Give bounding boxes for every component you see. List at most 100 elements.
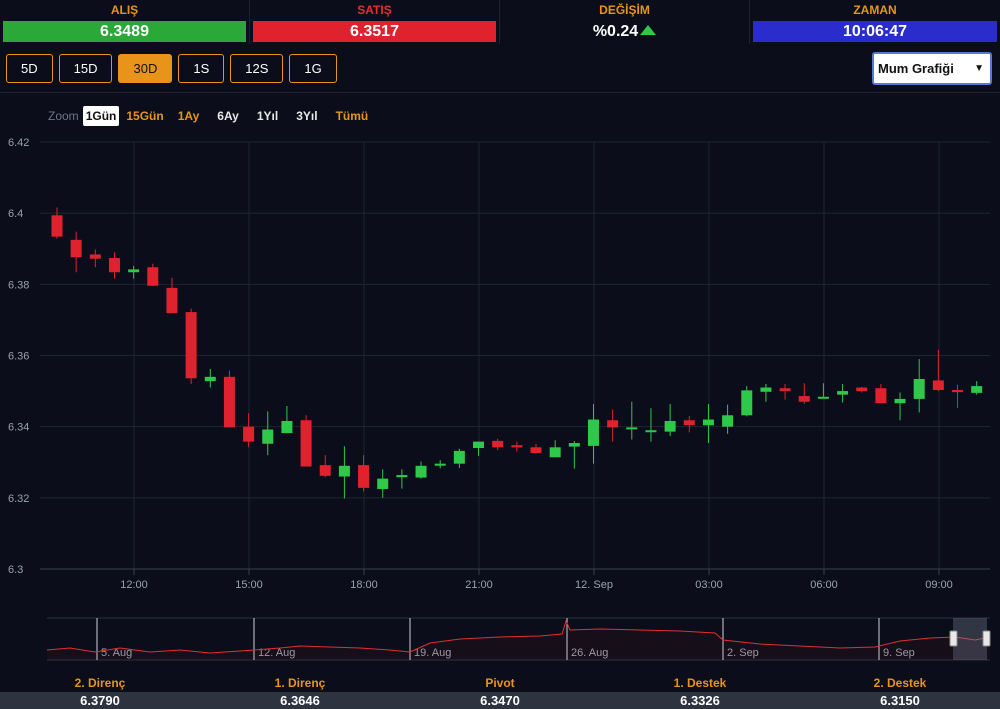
candle xyxy=(166,277,178,314)
candle-body xyxy=(338,465,350,477)
chart-widget: ALIŞ 6.3489 SATIŞ 6.3517 DEĞİŞİM %0.24 Z… xyxy=(0,0,1000,709)
candle-body xyxy=(894,398,906,404)
candle xyxy=(817,383,829,399)
y-tick-label: 6.42 xyxy=(8,137,29,149)
candle xyxy=(568,440,580,469)
candle-body xyxy=(626,427,638,430)
candle xyxy=(51,207,63,239)
x-tick-label: 12. Sep xyxy=(575,579,613,591)
candle xyxy=(798,383,810,404)
candle-body xyxy=(549,447,561,458)
candle xyxy=(108,252,120,279)
candle-body xyxy=(760,387,772,392)
candle xyxy=(300,415,312,467)
candle-body xyxy=(817,396,829,399)
candle-body xyxy=(856,387,868,392)
candle-body xyxy=(530,447,542,453)
candle xyxy=(779,383,791,400)
candle-body xyxy=(473,441,485,449)
pivot-label: 1. Direnç xyxy=(274,676,326,690)
x-axis: 12:00 15:00 18:00 21:00 12. Sep 03:00 06:00 09:… xyxy=(40,568,990,591)
candle-body xyxy=(587,419,599,446)
candle xyxy=(204,369,216,388)
y-tick-label: 6.36 xyxy=(8,351,29,363)
candle-body xyxy=(932,380,944,391)
candle xyxy=(607,409,619,442)
navigator-area xyxy=(47,621,990,660)
x-tick-label: 06:00 xyxy=(810,579,838,591)
candle-body xyxy=(108,258,120,273)
candle xyxy=(396,469,408,489)
candle-body xyxy=(645,430,657,433)
pivot-item: Pivot 6.3470 xyxy=(400,676,600,709)
candle-body xyxy=(607,420,619,428)
y-tick-label: 6.4 xyxy=(8,208,23,220)
candle-body xyxy=(243,426,255,442)
candle xyxy=(415,461,427,479)
candle xyxy=(128,265,140,279)
y-tick-label: 6.3 xyxy=(8,564,23,576)
candle xyxy=(913,359,925,413)
candle-body xyxy=(185,312,197,379)
grid xyxy=(40,141,990,570)
candle-body xyxy=(377,478,389,489)
candle-body xyxy=(683,420,695,426)
candle xyxy=(702,403,714,444)
pivot-item: 1. Direnç 6.3646 xyxy=(200,676,400,709)
candle xyxy=(473,441,485,456)
x-tick-label: 21:00 xyxy=(465,579,493,591)
candle-body xyxy=(300,420,312,467)
candle-body xyxy=(204,376,216,382)
candle-body xyxy=(568,443,580,447)
candle xyxy=(319,455,331,478)
candle xyxy=(223,370,235,428)
candle-body xyxy=(875,388,887,404)
pivot-value: 6.3646 xyxy=(200,692,400,709)
candle-body xyxy=(147,267,159,286)
navigator[interactable]: 5. Aug12. Aug19. Aug26. Aug2. Sep9. Sep xyxy=(46,617,991,661)
pivot-value: 6.3150 xyxy=(800,692,1000,709)
candle-body xyxy=(913,378,925,399)
x-tick-label: 15:00 xyxy=(235,579,263,591)
x-tick-label: 09:00 xyxy=(925,579,953,591)
candle-body xyxy=(51,215,63,237)
candle-body xyxy=(664,420,676,432)
candle xyxy=(549,440,561,458)
candle xyxy=(185,308,197,384)
candle-body xyxy=(971,386,983,393)
candle-body xyxy=(396,475,408,478)
candle-body xyxy=(415,465,427,478)
candle-body xyxy=(223,376,235,428)
candle xyxy=(626,401,638,440)
candle-body xyxy=(453,450,465,464)
candle-body xyxy=(434,463,446,466)
x-tick-label: 12:00 xyxy=(120,579,148,591)
candle xyxy=(492,438,504,451)
candle xyxy=(262,411,274,456)
candle xyxy=(530,443,542,453)
pivot-label: Pivot xyxy=(485,676,515,690)
y-tick-label: 6.32 xyxy=(8,493,29,505)
candle xyxy=(664,403,676,436)
candle xyxy=(971,381,983,395)
pivot-value: 6.3470 xyxy=(400,692,600,709)
pivot-levels: 2. Direnç 6.3790 1. Direnç 6.3646 Pivot … xyxy=(0,676,1000,709)
pivot-value: 6.3326 xyxy=(600,692,800,709)
candle xyxy=(894,392,906,421)
candle xyxy=(243,413,255,448)
candle-body xyxy=(492,440,504,448)
candle xyxy=(147,263,159,286)
pivot-item: 1. Destek 6.3326 xyxy=(600,676,800,709)
candle xyxy=(89,249,101,268)
candle-body xyxy=(166,287,178,314)
candle xyxy=(358,455,370,492)
pivot-label: 2. Direnç xyxy=(74,676,126,690)
y-axis: 6.42 6.4 6.38 6.36 6.34 6.32 6.3 xyxy=(8,137,29,576)
navigator-handle-left xyxy=(949,630,958,647)
candle-body xyxy=(952,390,964,393)
candle xyxy=(856,386,868,393)
pivot-item: 2. Direnç 6.3790 xyxy=(0,676,200,709)
y-tick-label: 6.34 xyxy=(8,422,29,434)
candle-body xyxy=(511,445,523,448)
candle xyxy=(952,384,964,409)
